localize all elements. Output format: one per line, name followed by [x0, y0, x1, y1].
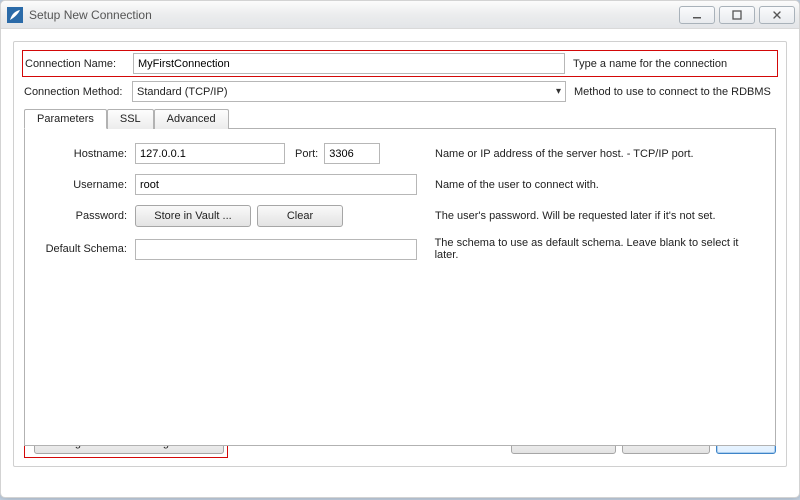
app-icon: [7, 7, 23, 23]
default-schema-input[interactable]: [135, 239, 417, 260]
connection-name-label: Connection Name:: [25, 58, 133, 70]
connection-method-dropdown[interactable]: Standard (TCP/IP) ▾: [132, 81, 566, 102]
username-label: Username:: [35, 179, 135, 191]
window-title: Setup New Connection: [29, 8, 152, 22]
dialog-window: Setup New Connection Connection Name: Ty…: [0, 0, 800, 498]
hostname-hint: Name or IP address of the server host. -…: [425, 148, 765, 160]
highlight-connection-name: Connection Name: Type a name for the con…: [22, 50, 778, 77]
port-input[interactable]: [324, 143, 380, 164]
password-label: Password:: [35, 210, 135, 222]
tab-body-parameters: Hostname: Port: Name or IP address of th…: [24, 128, 776, 446]
connection-name-hint: Type a name for the connection: [565, 58, 775, 70]
default-schema-hint: The schema to use as default schema. Lea…: [425, 237, 765, 261]
port-label: Port:: [295, 148, 318, 160]
clear-password-button[interactable]: Clear: [257, 205, 343, 227]
hostname-label: Hostname:: [35, 148, 135, 160]
connection-method-label: Connection Method:: [24, 86, 132, 98]
hostname-input[interactable]: [135, 143, 285, 164]
username-input[interactable]: [135, 174, 417, 195]
password-hint: The user's password. Will be requested l…: [425, 210, 765, 222]
username-hint: Name of the user to connect with.: [425, 179, 765, 191]
close-button[interactable]: [759, 6, 795, 24]
chevron-down-icon: ▾: [556, 86, 561, 97]
connection-name-input[interactable]: [133, 53, 565, 74]
tab-ssl[interactable]: SSL: [107, 109, 154, 129]
minimize-button[interactable]: [679, 6, 715, 24]
tab-parameters[interactable]: Parameters: [24, 109, 107, 129]
title-bar: Setup New Connection: [1, 1, 799, 29]
store-in-vault-button[interactable]: Store in Vault ...: [135, 205, 251, 227]
tabs-container: Parameters SSL Advanced Hostname: Port: …: [24, 108, 776, 446]
maximize-button[interactable]: [719, 6, 755, 24]
tab-advanced[interactable]: Advanced: [154, 109, 229, 129]
connection-method-hint: Method to use to connect to the RDBMS: [566, 86, 776, 98]
dialog-content: Connection Name: Type a name for the con…: [1, 29, 799, 479]
connection-method-value: Standard (TCP/IP): [137, 86, 227, 98]
form-group: Connection Name: Type a name for the con…: [13, 41, 787, 467]
default-schema-label: Default Schema:: [35, 243, 135, 255]
